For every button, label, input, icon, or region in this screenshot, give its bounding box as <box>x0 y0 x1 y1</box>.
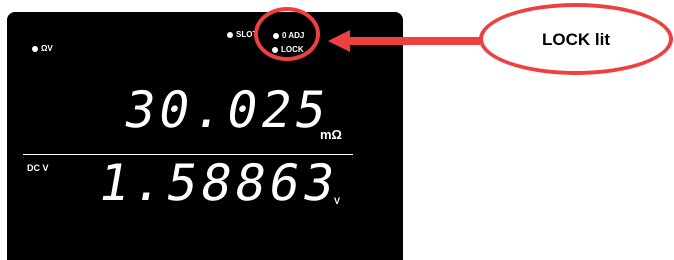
arrow-left-icon <box>328 30 480 52</box>
slot-indicator: SLOT <box>227 31 257 39</box>
indicator-dot-icon <box>227 32 233 38</box>
sub-reading-value: 1.58863 <box>93 154 343 212</box>
sub-reading-unit: V <box>334 196 341 206</box>
ohm-v-indicator: ΩV <box>32 45 53 53</box>
indicator-dot-icon <box>32 46 38 52</box>
main-reading-unit: mΩ <box>320 127 342 142</box>
lock-highlight-ring <box>254 7 320 61</box>
figure: ΩV SLOT 0 ADJ LOCK 30.025 mΩ DC V 1.5886… <box>0 0 674 260</box>
lock-lit-callout: LOCK lit <box>479 3 673 75</box>
main-reading-value: 30.025 <box>119 81 335 139</box>
ohm-v-label: ΩV <box>41 44 53 53</box>
callout-text: LOCK lit <box>542 29 610 49</box>
sub-reading-label: DC V <box>27 163 49 173</box>
